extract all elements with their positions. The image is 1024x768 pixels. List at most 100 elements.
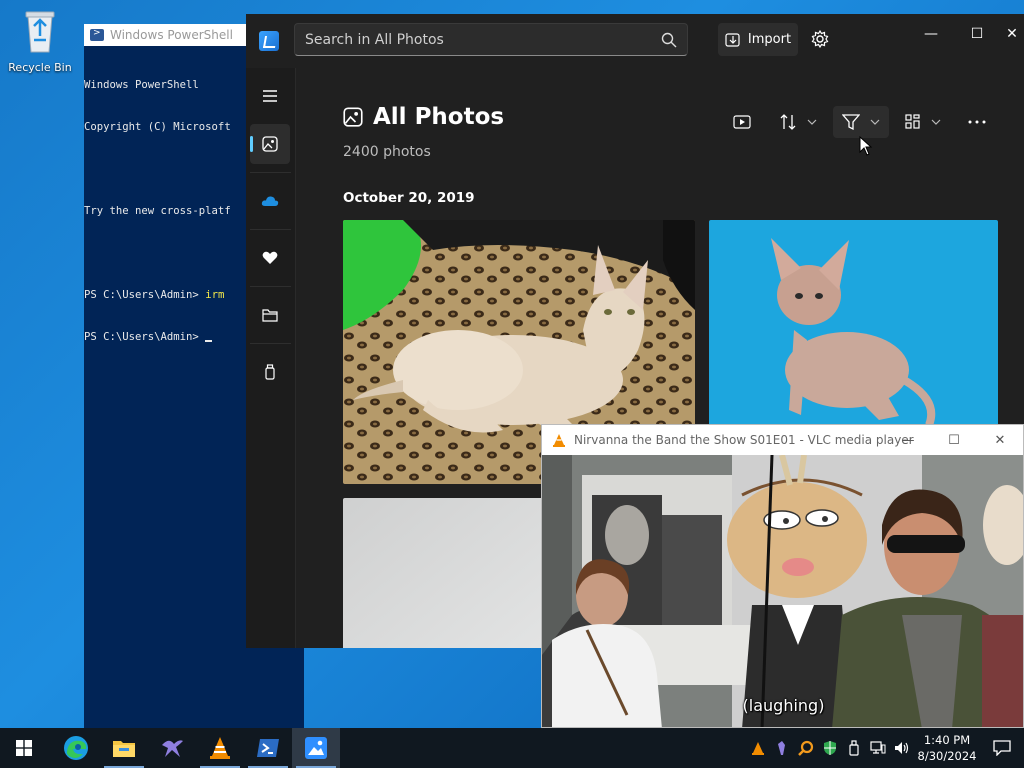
search-box[interactable] bbox=[294, 23, 688, 56]
page-title: All Photos bbox=[373, 104, 505, 130]
grid-layout-icon bbox=[905, 114, 920, 129]
taskbar-clock[interactable]: 1:40 PM 8/30/2024 bbox=[914, 732, 980, 764]
tray-bird-app[interactable] bbox=[770, 728, 794, 768]
chevron-down-icon bbox=[870, 119, 880, 125]
taskbar-powershell[interactable] bbox=[244, 728, 292, 768]
windows-logo-icon bbox=[16, 740, 32, 756]
settings-gear-icon[interactable] bbox=[810, 29, 830, 49]
window-controls: — ☐ ✕ bbox=[908, 22, 1024, 46]
clock-time: 1:40 PM bbox=[923, 733, 971, 747]
recycle-bin-shortcut[interactable]: Recycle Bin bbox=[6, 6, 74, 74]
folder-icon bbox=[262, 309, 278, 322]
close-icon[interactable]: ✕ bbox=[1000, 22, 1024, 46]
hamburger-icon bbox=[263, 90, 277, 102]
filter-funnel-icon bbox=[842, 114, 860, 130]
view-layout-button[interactable] bbox=[899, 106, 947, 138]
minimize-icon[interactable]: — bbox=[885, 425, 931, 455]
taskbar: 1:40 PM 8/30/2024 bbox=[0, 728, 1024, 768]
taskbar-vlc[interactable] bbox=[196, 728, 244, 768]
photos-titlebar[interactable]: Import — ☐ ✕ bbox=[246, 14, 1024, 68]
vlc-titlebar[interactable]: Nirvanna the Band the Show S01E01 - VLC … bbox=[542, 425, 1023, 455]
photo-count: 2400 photos bbox=[343, 144, 431, 160]
powershell-icon bbox=[90, 28, 104, 41]
play-icon bbox=[733, 115, 751, 129]
console-cursor bbox=[205, 340, 213, 342]
taskbar-photos[interactable] bbox=[292, 728, 340, 768]
folder-icon bbox=[113, 741, 135, 757]
sidebar-divider bbox=[250, 286, 291, 287]
photos-toolbar bbox=[723, 106, 995, 156]
recycle-bin-label: Recycle Bin bbox=[8, 61, 72, 74]
search-input[interactable] bbox=[305, 31, 661, 48]
sidebar-item-folders[interactable] bbox=[250, 295, 290, 335]
photos-app-icon bbox=[305, 737, 327, 759]
sort-icon bbox=[780, 114, 796, 130]
bird-app-icon bbox=[162, 740, 183, 757]
vlc-window[interactable]: Nirvanna the Band the Show S01E01 - VLC … bbox=[541, 424, 1024, 728]
vlc-video-area[interactable]: (laughing) bbox=[542, 455, 1023, 727]
taskbar-app-bird[interactable] bbox=[148, 728, 196, 768]
photo-image bbox=[709, 220, 998, 430]
tray-network[interactable] bbox=[866, 728, 890, 768]
import-label: Import bbox=[747, 32, 792, 47]
vlc-cone-icon bbox=[752, 741, 764, 755]
chevron-down-icon bbox=[807, 119, 817, 125]
photo-image bbox=[343, 498, 543, 648]
vlc-cone-icon bbox=[553, 434, 565, 447]
notification-icon bbox=[993, 740, 1011, 756]
video-subtitle: (laughing) bbox=[742, 696, 825, 715]
slideshow-button[interactable] bbox=[723, 106, 761, 138]
taskbar-edge[interactable] bbox=[52, 728, 100, 768]
vlc-window-controls: — ☐ ✕ bbox=[885, 425, 1023, 455]
bird-app-icon bbox=[778, 741, 785, 755]
onedrive-cloud-icon bbox=[261, 196, 279, 206]
clock-date: 8/30/2024 bbox=[917, 749, 977, 763]
photo-thumbnail[interactable] bbox=[343, 498, 543, 648]
sidebar-item-device[interactable] bbox=[250, 352, 290, 392]
sort-button[interactable] bbox=[773, 106, 823, 138]
sidebar-menu-button[interactable] bbox=[250, 76, 290, 116]
more-options-button[interactable] bbox=[959, 106, 995, 138]
sidebar-item-favorites[interactable] bbox=[250, 238, 290, 278]
heart-icon bbox=[262, 251, 278, 264]
usb-drive-icon bbox=[849, 740, 859, 756]
console-prompt: PS C:\Users\Admin> bbox=[84, 331, 206, 343]
sidebar-item-all-photos[interactable] bbox=[250, 124, 290, 164]
taskbar-file-explorer[interactable] bbox=[100, 728, 148, 768]
video-frame bbox=[542, 455, 1023, 727]
sidebar-item-onedrive[interactable] bbox=[250, 181, 290, 221]
sidebar-divider bbox=[250, 229, 291, 230]
network-icon bbox=[870, 741, 886, 754]
tray-search-tool[interactable] bbox=[794, 728, 818, 768]
maximize-icon[interactable]: ☐ bbox=[931, 425, 977, 455]
action-center-button[interactable] bbox=[980, 728, 1024, 768]
sidebar-divider bbox=[250, 172, 291, 173]
powershell-title: Windows PowerShell bbox=[110, 28, 233, 42]
gallery-icon bbox=[343, 107, 363, 127]
start-button[interactable] bbox=[0, 728, 48, 768]
search-icon[interactable] bbox=[661, 32, 677, 48]
photo-thumbnail[interactable] bbox=[709, 220, 998, 430]
gallery-icon bbox=[262, 136, 278, 152]
usb-drive-icon bbox=[265, 364, 275, 380]
import-icon bbox=[725, 32, 740, 47]
maximize-icon[interactable]: ☐ bbox=[954, 22, 1000, 46]
mouse-pointer-icon bbox=[859, 136, 873, 156]
console-prompt: PS C:\Users\Admin> bbox=[84, 289, 206, 301]
magnifier-icon bbox=[798, 740, 814, 756]
powershell-icon bbox=[257, 739, 279, 757]
edge-browser-icon bbox=[64, 736, 88, 760]
filter-button[interactable] bbox=[833, 106, 889, 138]
tray-usb[interactable] bbox=[842, 728, 866, 768]
minimize-icon[interactable]: — bbox=[908, 22, 954, 46]
close-icon[interactable]: ✕ bbox=[977, 425, 1023, 455]
tray-security[interactable] bbox=[818, 728, 842, 768]
vlc-title: Nirvanna the Band the Show S01E01 - VLC … bbox=[574, 433, 914, 447]
photos-sidebar bbox=[246, 68, 296, 648]
tray-volume[interactable] bbox=[890, 728, 914, 768]
sidebar-divider bbox=[250, 343, 291, 344]
console-command: irm bbox=[205, 289, 225, 301]
shield-icon bbox=[824, 741, 836, 755]
import-button[interactable]: Import bbox=[718, 23, 798, 56]
tray-vlc[interactable] bbox=[746, 728, 770, 768]
